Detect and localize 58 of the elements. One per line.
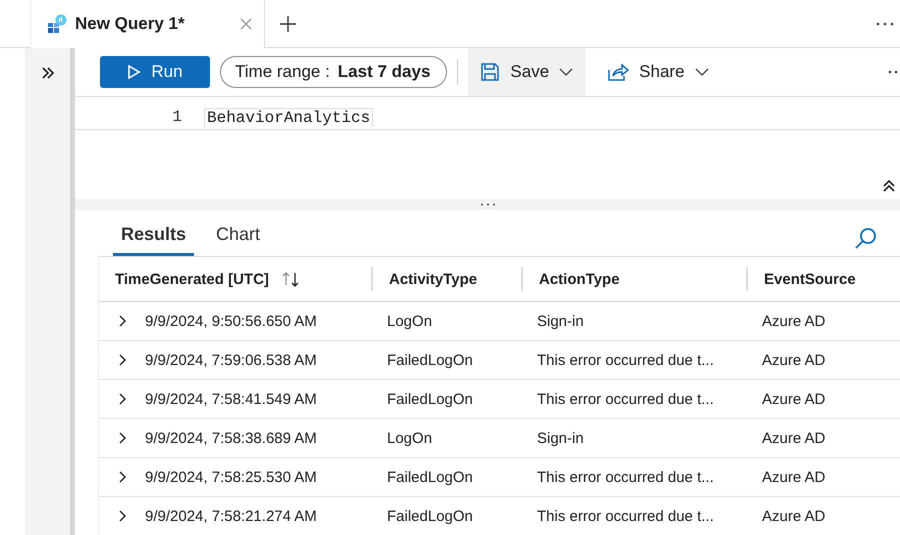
- table-cell-text: Azure AD: [761, 468, 826, 486]
- collapse-icon[interactable]: [882, 178, 896, 193]
- resize-handle-icon[interactable]: [480, 202, 496, 206]
- table-cell-text: This error occurred due t...: [536, 468, 715, 486]
- run-button[interactable]: Run: [100, 56, 210, 88]
- chevron-down-icon: [694, 68, 709, 76]
- results-tab[interactable]: Results: [113, 220, 194, 256]
- code-line[interactable]: BehaviorAnalytics: [204, 108, 374, 126]
- more-icon[interactable]: [888, 70, 898, 74]
- save-button[interactable]: Save: [468, 48, 586, 96]
- table-cell-text: FailedLogOn: [386, 390, 474, 408]
- add-tab-icon[interactable]: [279, 14, 297, 32]
- table-cell: 9/9/2024, 9:50:56.650 AM: [145, 312, 317, 330]
- play-icon: [127, 64, 142, 80]
- table-cell-text: This error occurred due t...: [536, 390, 715, 408]
- time-range-button[interactable]: Time range : Last 7 days: [220, 56, 448, 88]
- table-cell: 9/9/2024, 7:58:38.689 AM: [145, 430, 317, 446]
- share-button[interactable]: Share: [595, 48, 721, 96]
- table-cell: 9/9/2024, 7:58:41.549 AM: [145, 390, 317, 408]
- table-cell: 9/9/2024, 7:58:21.274 AM: [145, 508, 317, 524]
- table-cell-text: Sign-in: [536, 430, 585, 446]
- search-icon[interactable]: [854, 226, 878, 250]
- expand-row-icon[interactable]: [119, 432, 127, 444]
- table-cell-text: Azure AD: [761, 508, 826, 524]
- column-header[interactable]: ActionType: [539, 270, 620, 288]
- table-cell-text: This error occurred due t...: [536, 508, 715, 524]
- expand-row-icon[interactable]: [119, 354, 127, 366]
- chevron-down-icon: [559, 68, 574, 76]
- table-cell-text: This error occurred due t...: [536, 352, 715, 368]
- save-icon: [480, 62, 500, 82]
- more-icon[interactable]: [876, 22, 894, 26]
- column-header[interactable]: EventSource: [764, 270, 856, 288]
- table-cell-text: FailedLogOn: [386, 468, 474, 486]
- column-header[interactable]: TimeGenerated [UTC]: [115, 270, 269, 288]
- expand-row-icon[interactable]: [119, 315, 127, 327]
- chart-cube-icon: [47, 14, 67, 34]
- table-cell: 9/9/2024, 7:59:06.538 AM: [145, 352, 317, 368]
- close-icon[interactable]: [240, 18, 252, 30]
- table-cell-text: Azure AD: [761, 312, 826, 330]
- expand-icon[interactable]: [40, 66, 54, 80]
- column-header[interactable]: ActivityType: [389, 270, 478, 288]
- table-cell-text: LogOn: [386, 430, 434, 446]
- expand-row-icon[interactable]: [119, 393, 127, 405]
- table-cell-text: Azure AD: [761, 390, 826, 408]
- table-cell-text: FailedLogOn: [386, 508, 474, 524]
- table-cell-text: LogOn: [386, 312, 434, 330]
- table-cell-text: Azure AD: [761, 430, 826, 446]
- line-number: 1: [171, 108, 183, 126]
- query-tab[interactable]: New Query 1*: [30, 0, 265, 48]
- expand-row-icon[interactable]: [119, 510, 127, 522]
- table-cell-text: Sign-in: [536, 312, 585, 330]
- sort-icon[interactable]: [280, 271, 301, 287]
- share-icon: [607, 62, 630, 82]
- table-cell: 9/9/2024, 7:58:25.530 AM: [145, 468, 317, 486]
- table-cell-text: FailedLogOn: [386, 352, 474, 368]
- results-tab[interactable]: Chart: [216, 220, 260, 256]
- expand-row-icon[interactable]: [119, 471, 127, 483]
- table-cell-text: Azure AD: [761, 352, 826, 368]
